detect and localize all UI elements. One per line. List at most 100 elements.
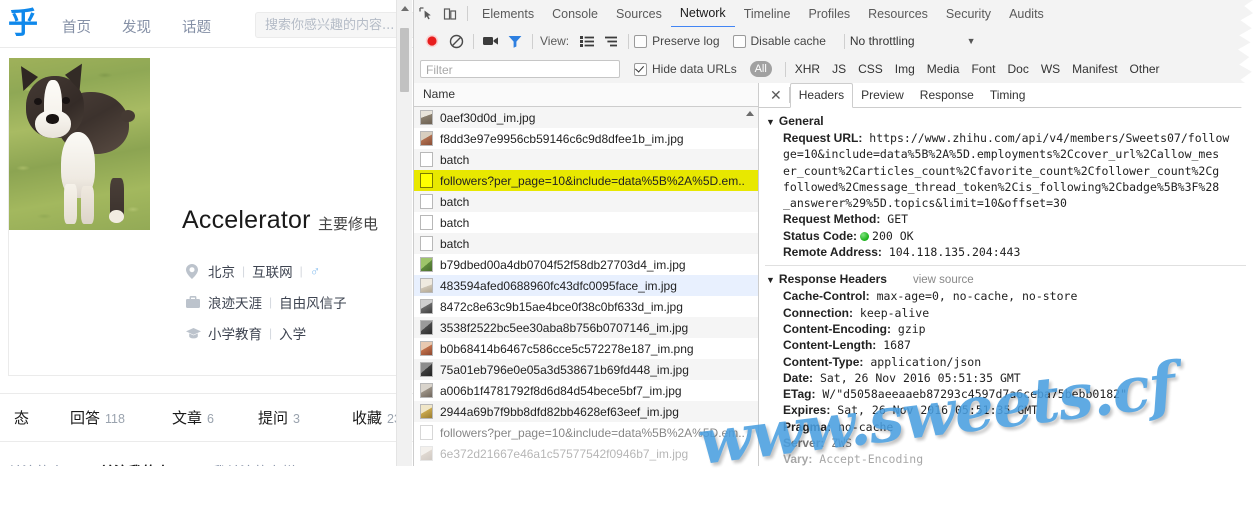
profile-school[interactable]: 小学教育 xyxy=(208,323,262,343)
filter-type-other[interactable]: Other xyxy=(1130,62,1160,76)
tab-profiles[interactable]: Profiles xyxy=(799,1,859,27)
profile-industry[interactable]: 互联网 xyxy=(252,261,293,281)
tab-resources[interactable]: Resources xyxy=(859,1,937,27)
tab-sources[interactable]: Sources xyxy=(607,1,671,27)
request-type-icon xyxy=(420,173,433,188)
filter-all-pill[interactable]: All xyxy=(749,61,772,77)
tab-following-columns[interactable]: 我关注的专栏⇕ xyxy=(212,462,309,466)
table-row[interactable]: followers?per_page=10&include=data%5B%2A… xyxy=(414,170,758,191)
nav-item-topics[interactable]: 话题 xyxy=(182,16,211,37)
device-toolbar-icon[interactable] xyxy=(438,0,462,27)
inspect-element-icon[interactable] xyxy=(414,0,438,27)
preserve-log-checkbox[interactable]: Preserve log xyxy=(634,34,720,48)
table-row[interactable]: 483594afed0688960fc43dfc0095face_im.jpg xyxy=(414,275,758,296)
capture-screenshots-icon[interactable] xyxy=(479,28,503,55)
hide-data-urls-checkbox[interactable]: Hide data URLs xyxy=(634,62,737,76)
response-header-row: Vary: Accept-Encoding xyxy=(759,451,1253,466)
nav-item-home[interactable]: 首页 xyxy=(62,16,91,37)
request-name: followers?per_page=10&include=data%5B%2A… xyxy=(440,425,745,440)
filter-type-ws[interactable]: WS xyxy=(1041,62,1060,76)
tab-response[interactable]: Response xyxy=(912,84,982,107)
table-row[interactable]: 0aef30d0d_im.jpg xyxy=(414,107,758,128)
table-row[interactable]: batch xyxy=(414,233,758,254)
request-url-line-4: followed%2Cmessage_thread_token%2Cis_fol… xyxy=(783,179,1220,194)
table-row[interactable]: 3538f2522bc5ee30aba8b756b0707146_im.jpg xyxy=(414,317,758,338)
record-button-icon[interactable] xyxy=(420,28,444,55)
view-label: View: xyxy=(540,34,570,48)
filter-input[interactable]: Filter xyxy=(420,60,620,78)
tab-console[interactable]: Console xyxy=(543,1,607,27)
profile-city[interactable]: 北京 xyxy=(208,261,235,281)
filter-type-manifest[interactable]: Manifest xyxy=(1072,62,1117,76)
stat-answers[interactable]: 回答 118 xyxy=(70,407,125,428)
zhihu-search-input[interactable]: 搜索你感兴趣的内容... xyxy=(255,12,413,38)
throttling-value: No throttling xyxy=(849,34,915,48)
table-row[interactable]: batch xyxy=(414,212,758,233)
tab-network[interactable]: Network xyxy=(670,0,735,28)
filter-funnel-icon[interactable] xyxy=(503,28,527,55)
table-row[interactable]: batch xyxy=(414,149,758,170)
view-source-link[interactable]: view source xyxy=(913,274,974,286)
scrollbar-thumb[interactable] xyxy=(400,28,409,92)
scroll-up-arrow-icon[interactable] xyxy=(401,6,409,11)
stat-label: 态 xyxy=(14,409,30,427)
close-icon[interactable]: ✕ xyxy=(763,87,789,104)
table-row[interactable]: followers?per_page=10&include=data%5B%2A… xyxy=(414,422,758,443)
request-name: a006b1f4781792f8d6d84d54bece5bf7_im.jpg xyxy=(440,383,682,398)
stat-collections[interactable]: 收藏 23 xyxy=(352,407,401,428)
profile-stats-bar: 态 回答 118 文章 6 提问 3 收藏 23 xyxy=(0,393,413,442)
profile-avatar-photo[interactable] xyxy=(9,58,150,230)
hide-data-urls-label: Hide data URLs xyxy=(652,62,737,76)
table-row[interactable]: 75a01eb796e0e05a3d538671b69fd448_im.jpg xyxy=(414,359,758,380)
table-row[interactable]: b79dbed00a4db0704f52f58db27703d4_im.jpg xyxy=(414,254,758,275)
profile-name: Accelerator xyxy=(182,206,311,234)
table-row[interactable]: 2944a69b7f9bb8dfd82bb4628ef63eef_im.jpg xyxy=(414,401,758,422)
filter-type-xhr[interactable]: XHR xyxy=(795,62,820,76)
nav-item-discover[interactable]: 发现 xyxy=(122,16,151,37)
tab-preview[interactable]: Preview xyxy=(853,84,912,107)
tab-security[interactable]: Security xyxy=(937,1,1000,27)
stat-dynamics[interactable]: 态 xyxy=(14,407,29,428)
table-row[interactable]: b0b68414b6467c586cce5c572278e187_im.png xyxy=(414,338,758,359)
profile-major[interactable]: 入学 xyxy=(279,323,306,343)
filter-type-doc[interactable]: Doc xyxy=(1007,62,1028,76)
tab-headers[interactable]: Headers xyxy=(789,83,854,108)
zhihu-logo[interactable]: 乎 xyxy=(8,8,38,40)
stat-count: 6 xyxy=(207,412,214,426)
filter-type-font[interactable]: Font xyxy=(971,62,995,76)
tab-timing[interactable]: Timing xyxy=(982,84,1034,107)
column-header-name[interactable]: Name xyxy=(414,83,758,107)
profile-position[interactable]: 自由风信子 xyxy=(279,292,347,312)
throttling-dropdown[interactable]: No throttling ▼ xyxy=(850,34,976,48)
page-scrollbar[interactable] xyxy=(396,0,412,466)
header-key: Cache-Control: xyxy=(783,289,870,304)
stat-articles[interactable]: 文章 6 xyxy=(172,407,214,428)
table-row[interactable]: f8dd3e97e9956cb59146c6c9d8dfee1b_im.jpg xyxy=(414,128,758,149)
list-scrollbar[interactable] xyxy=(745,109,756,461)
tab-following-people[interactable]: 关注的人 xyxy=(8,462,64,466)
filter-type-js[interactable]: JS xyxy=(832,62,846,76)
general-section-header[interactable]: ▼ General xyxy=(759,112,1253,130)
clear-button-icon[interactable] xyxy=(444,28,468,55)
scroll-up-arrow-icon[interactable] xyxy=(746,111,754,116)
profile-company[interactable]: 浪迹天涯 xyxy=(208,292,262,312)
table-row[interactable]: batch xyxy=(414,191,758,212)
request-type-icon xyxy=(420,362,433,377)
response-headers-section-header[interactable]: ▼ Response Headers view source xyxy=(759,270,1253,288)
list-view-icon[interactable] xyxy=(575,28,599,55)
filter-type-media[interactable]: Media xyxy=(927,62,960,76)
disable-cache-checkbox[interactable]: Disable cache xyxy=(732,34,826,48)
filter-type-css[interactable]: CSS xyxy=(858,62,883,76)
table-row[interactable]: 8472c8e63c9b15ae4bce0f38c0bf633d_im.jpg xyxy=(414,296,758,317)
tab-audits[interactable]: Audits xyxy=(1000,1,1053,27)
response-header-row: Content-Length: 1687 xyxy=(759,337,1253,353)
tab-elements[interactable]: Elements xyxy=(473,1,543,27)
table-row[interactable]: a006b1f4781792f8d6d84d54bece5bf7_im.jpg xyxy=(414,380,758,401)
table-row[interactable]: 6e372d21667e46a1c57577542f0946b7_im.jpg xyxy=(414,443,758,464)
filter-type-img[interactable]: Img xyxy=(895,62,915,76)
waterfall-view-icon[interactable] xyxy=(599,28,623,55)
stat-questions[interactable]: 提问 3 xyxy=(258,407,300,428)
tab-timeline[interactable]: Timeline xyxy=(735,1,800,27)
tab-followers[interactable]: 关注我的人 xyxy=(100,462,170,466)
profile-info-work: 浪迹天涯 | 自由风信子 xyxy=(186,289,347,315)
